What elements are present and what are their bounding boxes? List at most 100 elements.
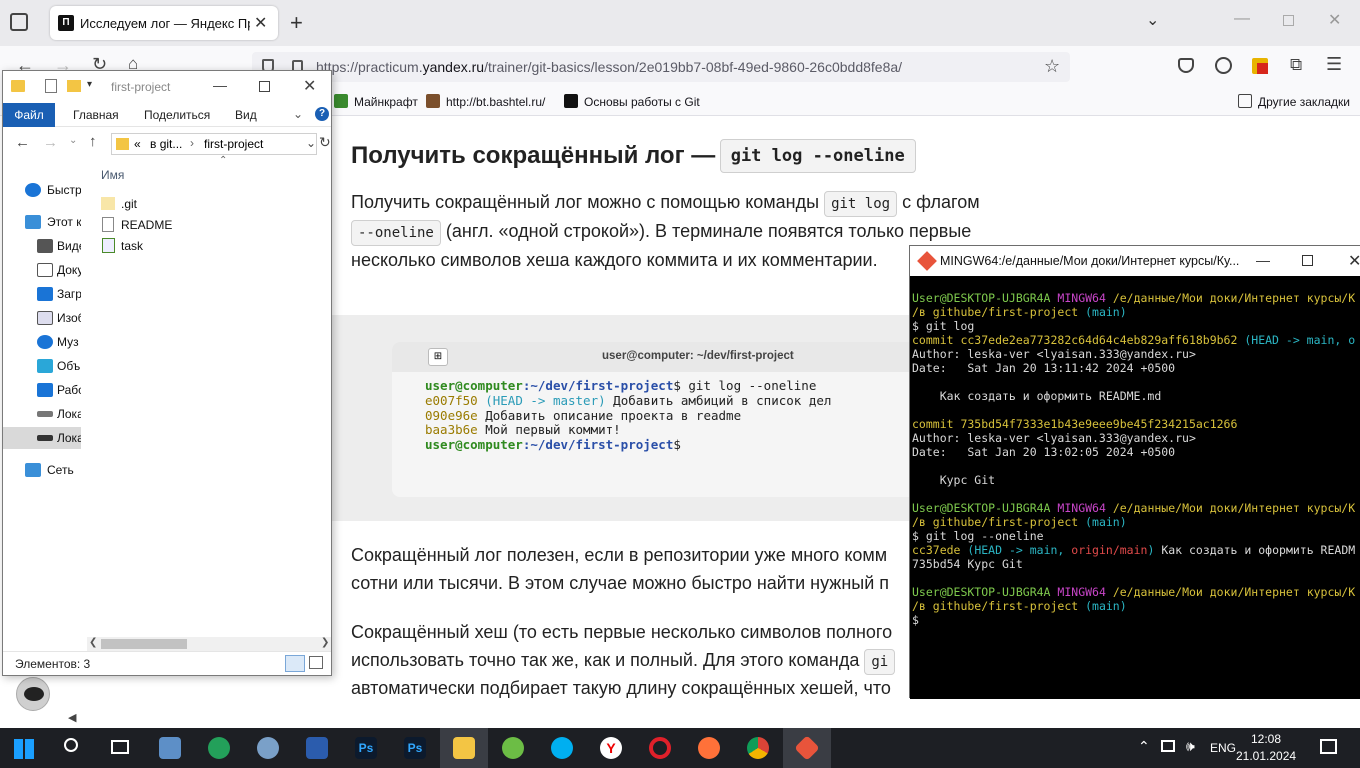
url-text[interactable]: https://practicum.yandex.ru/trainer/git-…: [316, 59, 902, 75]
ribbon-expand-icon[interactable]: ⌄: [293, 107, 303, 121]
avatar[interactable]: [16, 677, 50, 711]
nav-network[interactable]: Сеть: [3, 459, 81, 481]
nav-3d-objects[interactable]: Объ: [3, 355, 81, 377]
address-dropdown-icon[interactable]: ⌄: [306, 136, 316, 150]
tab-overflow-chevron-icon[interactable]: ⌄: [1146, 10, 1159, 30]
term-line: Как создать и оформить README.md: [912, 389, 1162, 403]
paragraph-3-line-1: Сокращённый хеш (то есть первые нескольк…: [351, 622, 893, 642]
search-button[interactable]: [48, 728, 96, 768]
taskbar-explorer[interactable]: [440, 728, 488, 768]
taskbar-chrome[interactable]: [734, 728, 782, 768]
address-bar[interactable]: « в git... › first-project ⌄: [111, 133, 317, 155]
explorer-back-icon[interactable]: ←: [15, 134, 30, 151]
term-line: Author: leska-ver <lyaisan.333@yandex.ru…: [912, 347, 1196, 361]
restore-icon[interactable]: [1283, 15, 1294, 26]
explorer-close-icon[interactable]: ✕: [303, 76, 316, 96]
taskbar-opera[interactable]: [636, 728, 684, 768]
term-prompt[interactable]: $: [912, 613, 919, 627]
term-line: User@DESKTOP-UJBGR4A MINGW64 /e/данные/М…: [912, 291, 1356, 305]
recent-dropdown-icon[interactable]: ⌄: [69, 135, 77, 146]
new-tab-icon[interactable]: +: [290, 10, 303, 36]
ribbon-tab-share[interactable]: Поделиться: [144, 108, 210, 122]
nav-downloads[interactable]: Загр: [3, 283, 81, 305]
bookmark-bashtel[interactable]: http://bt.bashtel.ru/: [426, 94, 545, 109]
taskbar-app[interactable]: [244, 728, 292, 768]
start-button[interactable]: [0, 728, 48, 768]
close-tab-icon[interactable]: ✕: [254, 13, 267, 33]
nav-documents[interactable]: Доку: [3, 259, 81, 281]
taskbar-firefox[interactable]: [685, 728, 733, 768]
scroll-thumb[interactable]: [101, 639, 187, 649]
qat-dropdown-icon[interactable]: ▾: [87, 79, 92, 90]
nav-desktop[interactable]: Рабо: [3, 379, 81, 401]
extension-colored-icon[interactable]: [1252, 58, 1268, 74]
other-bookmarks[interactable]: Другие закладки: [1238, 94, 1350, 109]
scroll-right-arrow-icon[interactable]: ❯: [321, 637, 329, 648]
scroll-left-arrow-icon[interactable]: ❮: [89, 637, 97, 648]
tab-title: Исследуем лог — Яндекс Практ: [80, 16, 250, 31]
tray-chevron-icon[interactable]: ⌃: [1138, 738, 1150, 755]
properties-icon[interactable]: [45, 79, 57, 93]
bookmark-git-basics[interactable]: Основы работы с Git: [564, 94, 700, 109]
taskbar-yandex[interactable]: Y: [587, 728, 635, 768]
bash-close-icon[interactable]: ✕: [1348, 251, 1360, 271]
up-icon[interactable]: ↑: [89, 133, 97, 150]
explorer-maximize-icon[interactable]: [259, 81, 270, 92]
p1-code-oneline: --oneline: [351, 220, 441, 246]
nav-videos[interactable]: Виде: [3, 235, 81, 257]
scroll-left-icon[interactable]: ◀: [68, 711, 76, 724]
url-bar[interactable]: https://practicum.yandex.ru/trainer/git-…: [252, 52, 1070, 82]
nav-local-disk-1[interactable]: Лока: [3, 403, 81, 425]
minimize-icon[interactable]: —: [1234, 10, 1250, 28]
taskbar-photoshop-2[interactable]: Ps: [391, 728, 439, 768]
volume-icon[interactable]: 🕪: [1186, 738, 1195, 755]
ribbon-tab-view[interactable]: Вид: [235, 108, 257, 122]
horizontal-scrollbar[interactable]: ❮ ❯: [87, 637, 331, 651]
nav-this-pc[interactable]: Этот к: [3, 211, 81, 233]
ribbon-tab-home[interactable]: Главная: [73, 108, 119, 122]
taskbar-edge[interactable]: [195, 728, 243, 768]
address-part-parent[interactable]: в git...: [150, 137, 182, 151]
task-view-button[interactable]: [96, 728, 144, 768]
nav-local-disk-2[interactable]: Лока: [3, 427, 81, 449]
bash-minimize-icon[interactable]: —: [1256, 252, 1270, 268]
file-name: .git: [121, 197, 138, 211]
network-icon[interactable]: [1161, 740, 1175, 752]
column-header-name[interactable]: Имя: [101, 168, 124, 182]
address-part-current[interactable]: first-project: [204, 137, 263, 151]
taskbar-git-bash[interactable]: [783, 728, 831, 768]
new-folder-icon[interactable]: [67, 80, 81, 92]
explorer-minimize-icon[interactable]: —: [213, 77, 227, 93]
copy-icon[interactable]: ⊞: [428, 348, 448, 366]
git-bash-terminal[interactable]: User@DESKTOP-UJBGR4A MINGW64 /e/данные/М…: [910, 276, 1360, 699]
taskbar-word[interactable]: [293, 728, 341, 768]
help-icon[interactable]: ?: [315, 107, 329, 121]
taskbar-skype[interactable]: [538, 728, 586, 768]
item-count: Элементов: 3: [15, 657, 91, 671]
refresh-icon[interactable]: ↻: [319, 134, 331, 151]
bookmark-minecraft[interactable]: Майнкрафт: [334, 94, 418, 109]
taskbar-utorrent[interactable]: [489, 728, 537, 768]
explorer-forward-icon[interactable]: →: [43, 134, 58, 151]
tab-active[interactable]: П Исследуем лог — Яндекс Практ ✕: [50, 6, 278, 40]
nav-music[interactable]: Муз: [3, 331, 81, 353]
address-overflow[interactable]: «: [134, 137, 141, 151]
notifications-icon[interactable]: [1320, 739, 1337, 754]
taskbar-calculator[interactable]: [146, 728, 194, 768]
tab-list-icon[interactable]: [10, 13, 28, 31]
account-icon[interactable]: [1215, 57, 1232, 74]
details-view-icon[interactable]: [285, 655, 305, 672]
taskbar-photoshop-1[interactable]: Ps: [342, 728, 390, 768]
nav-quick-access[interactable]: Быстр: [3, 179, 81, 201]
extensions-puzzle-icon[interactable]: ⧉: [1290, 55, 1302, 75]
nav-pictures[interactable]: Изоб: [3, 307, 81, 329]
close-window-icon[interactable]: ✕: [1328, 10, 1341, 30]
ribbon-tab-file[interactable]: Файл: [3, 103, 55, 127]
bookmark-star-icon[interactable]: ☆: [1044, 56, 1060, 77]
clock[interactable]: 12:08 21.01.2024: [1236, 731, 1296, 765]
menu-icon[interactable]: ☰: [1326, 54, 1342, 75]
language-indicator[interactable]: ENG: [1210, 741, 1236, 755]
paragraph-1-line-2: --oneline (англ. «одной строкой»). В тер…: [351, 217, 971, 246]
large-icons-view-icon[interactable]: [309, 656, 323, 669]
bash-maximize-icon[interactable]: [1302, 255, 1313, 266]
